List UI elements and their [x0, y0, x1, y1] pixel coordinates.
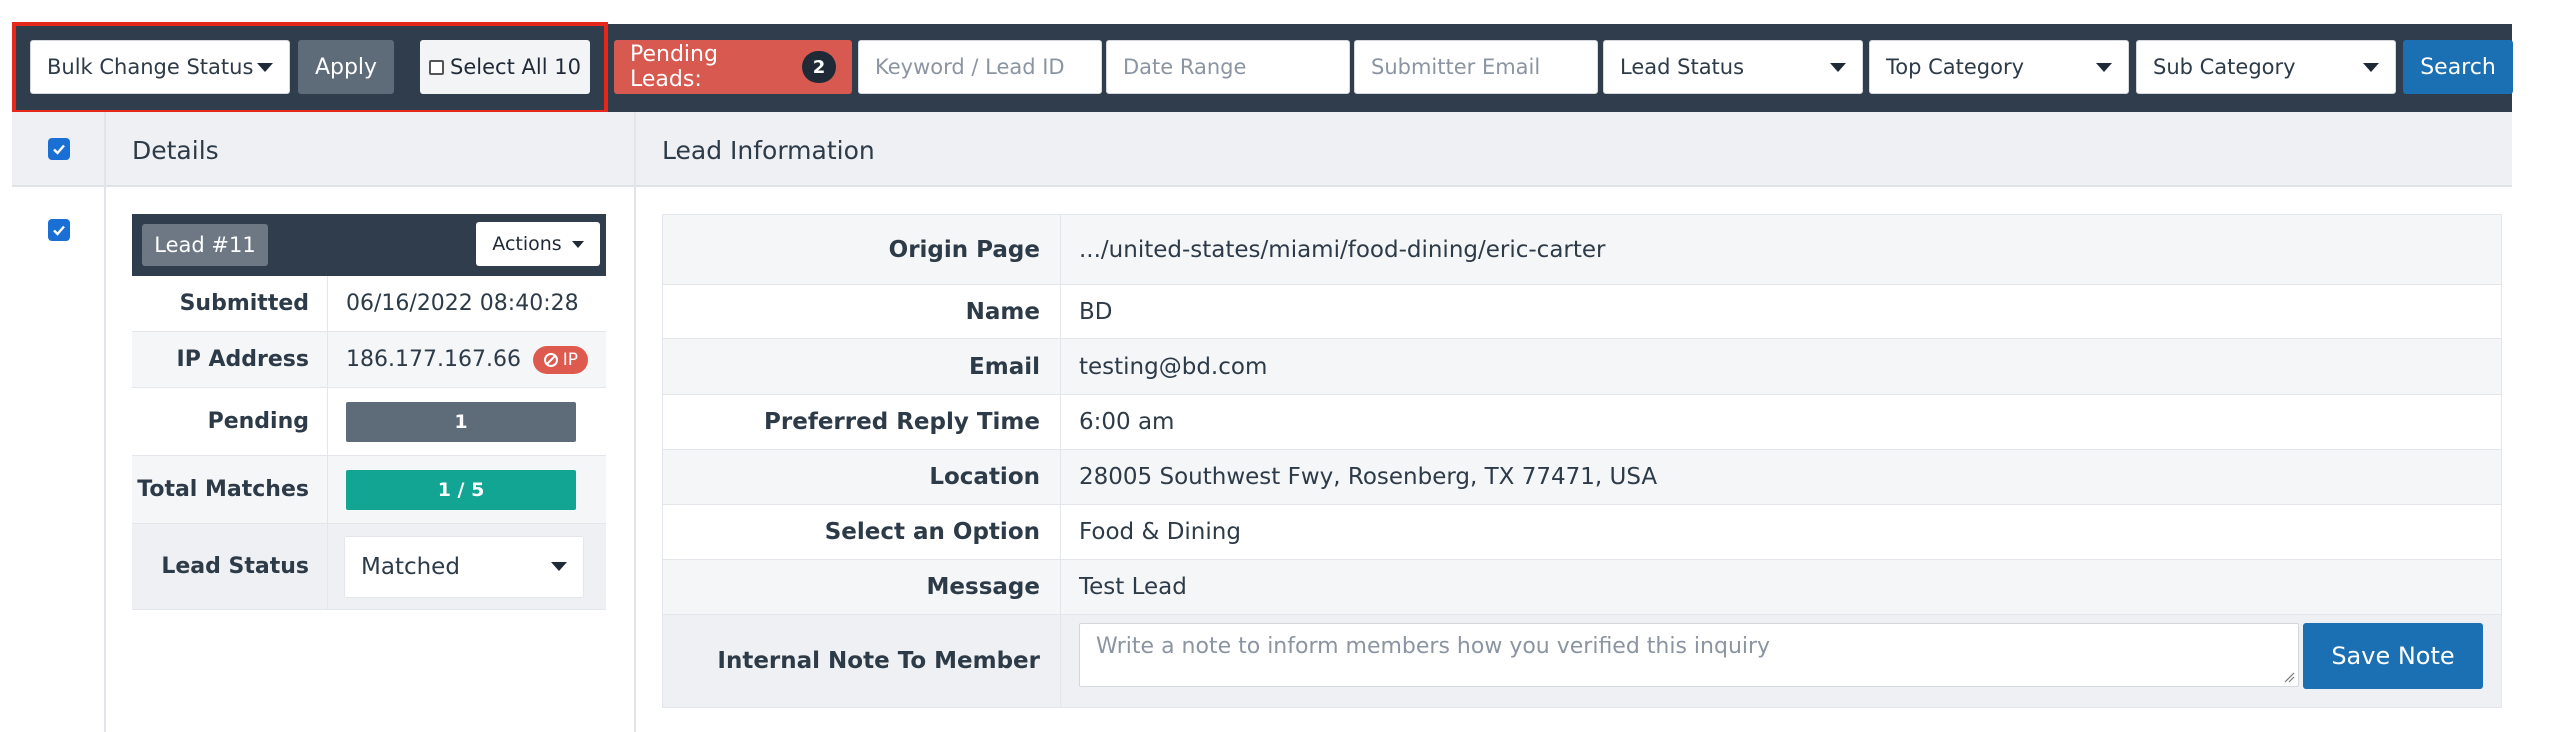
info-row: Select an Option Food & Dining — [663, 505, 2501, 560]
lead-status-select[interactable]: Matched — [344, 535, 584, 598]
note-label: Internal Note To Member — [663, 615, 1061, 707]
lead-status-dropdown[interactable]: Lead Status — [1603, 40, 1863, 94]
info-row: Location 28005 Southwest Fwy, Rosenberg,… — [663, 450, 2501, 505]
details-header: Details — [132, 135, 219, 165]
note-textarea[interactable]: Write a note to inform members how you v… — [1079, 623, 2299, 687]
lead-status-row: Lead Status Matched — [132, 524, 606, 610]
total-matches-cell: 1 / 5 — [328, 456, 606, 523]
column-divider — [634, 112, 636, 732]
lead-information-header: Lead Information — [662, 135, 875, 165]
ip-address-label: IP Address — [132, 332, 328, 387]
pending-bar: 1 — [346, 401, 576, 442]
actions-dropdown[interactable]: Actions — [476, 222, 600, 266]
chevron-down-icon — [1830, 62, 1846, 72]
lead-id-badge: Lead #11 — [142, 224, 268, 266]
ban-icon — [543, 352, 558, 367]
save-note-button[interactable]: Save Note — [2303, 623, 2483, 689]
email-label: Email — [663, 339, 1061, 394]
table-header — [12, 112, 2512, 187]
check-icon — [53, 225, 65, 236]
option-value: Food & Dining — [1079, 519, 1241, 545]
lead-status-label: Lead Status — [132, 524, 328, 609]
submitter-email-input[interactable]: Submitter Email — [1354, 40, 1598, 94]
lead-information-table: Origin Page .../united-states/miami/food… — [662, 214, 2502, 708]
info-row: Origin Page .../united-states/miami/food… — [663, 215, 2501, 285]
submitted-label: Submitted — [132, 276, 328, 331]
top-category-label: Top Category — [1886, 55, 2025, 79]
date-range-input[interactable]: Date Range — [1106, 40, 1350, 94]
email-value: testing@bd.com — [1079, 353, 1268, 380]
note-row: Internal Note To Member Write a note to … — [663, 615, 2501, 707]
info-row: Email testing@bd.com — [663, 339, 2501, 395]
origin-page-link[interactable]: .../united-states/miami/food-dining/eric… — [1061, 215, 2501, 284]
block-ip-badge[interactable]: IP — [532, 345, 588, 374]
option-label: Select an Option — [663, 505, 1061, 559]
info-row: Message Test Lead — [663, 560, 2501, 615]
pending-leads-count: 2 — [802, 51, 836, 83]
sub-category-label: Sub Category — [2153, 55, 2296, 79]
column-divider — [104, 112, 106, 732]
pending-row: Pending 1 — [132, 388, 606, 456]
info-row: Preferred Reply Time 6:00 am — [663, 395, 2501, 450]
chevron-down-icon — [571, 240, 584, 248]
search-button[interactable]: Search — [2403, 40, 2513, 94]
lead-card-header: Lead #11 Actions — [132, 214, 606, 276]
info-row: Name BD — [663, 285, 2501, 339]
lead-status-filter-label: Lead Status — [1620, 55, 1745, 79]
select-all-checkbox[interactable] — [48, 138, 70, 160]
lead-details-card: Lead #11 Actions Submitted 06/16/2022 08… — [132, 214, 606, 610]
submitted-value: 06/16/2022 08:40:28 — [346, 291, 579, 316]
name-value: BD — [1079, 298, 1113, 325]
pending-label: Pending — [132, 388, 328, 455]
chevron-down-icon — [2363, 62, 2379, 72]
ip-address-value: 186.177.167.66 — [346, 347, 521, 372]
reply-time-label: Preferred Reply Time — [663, 395, 1061, 449]
total-matches-row: Total Matches 1 / 5 — [132, 456, 606, 524]
sub-category-dropdown[interactable]: Sub Category — [2136, 40, 2396, 94]
chevron-down-icon — [551, 562, 567, 571]
row-checkbox[interactable] — [48, 219, 70, 241]
top-category-dropdown[interactable]: Top Category — [1869, 40, 2129, 94]
note-cell: Write a note to inform members how you v… — [1061, 615, 2501, 707]
pending-cell: 1 — [328, 388, 606, 455]
selection-highlight — [12, 22, 608, 114]
total-matches-label: Total Matches — [132, 456, 328, 523]
lead-status-value: Matched — [361, 553, 460, 580]
origin-page-label: Origin Page — [663, 215, 1061, 284]
lead-status-cell: Matched — [328, 524, 606, 609]
resize-handle-icon[interactable] — [2283, 671, 2295, 683]
ip-badge-label: IP — [562, 349, 578, 370]
ip-address-row: IP Address 186.177.167.66 IP — [132, 332, 606, 388]
pending-leads-label: Pending Leads: — [630, 42, 718, 92]
pending-leads-button[interactable]: Pending Leads: 2 — [614, 40, 852, 94]
actions-label: Actions — [492, 233, 562, 255]
total-matches-bar: 1 / 5 — [346, 469, 576, 510]
note-placeholder: Write a note to inform members how you v… — [1096, 634, 1771, 659]
location-label: Location — [663, 450, 1061, 504]
message-label: Message — [663, 560, 1061, 614]
submitted-row: Submitted 06/16/2022 08:40:28 — [132, 276, 606, 332]
keyword-input[interactable]: Keyword / Lead ID — [858, 40, 1102, 94]
check-icon — [53, 144, 65, 155]
name-label: Name — [663, 285, 1061, 338]
reply-time-value: 6:00 am — [1079, 409, 1175, 435]
message-value: Test Lead — [1079, 574, 1187, 600]
chevron-down-icon — [2096, 62, 2112, 72]
ip-address-cell: 186.177.167.66 IP — [328, 332, 606, 387]
location-value: 28005 Southwest Fwy, Rosenberg, TX 77471… — [1079, 464, 1658, 490]
